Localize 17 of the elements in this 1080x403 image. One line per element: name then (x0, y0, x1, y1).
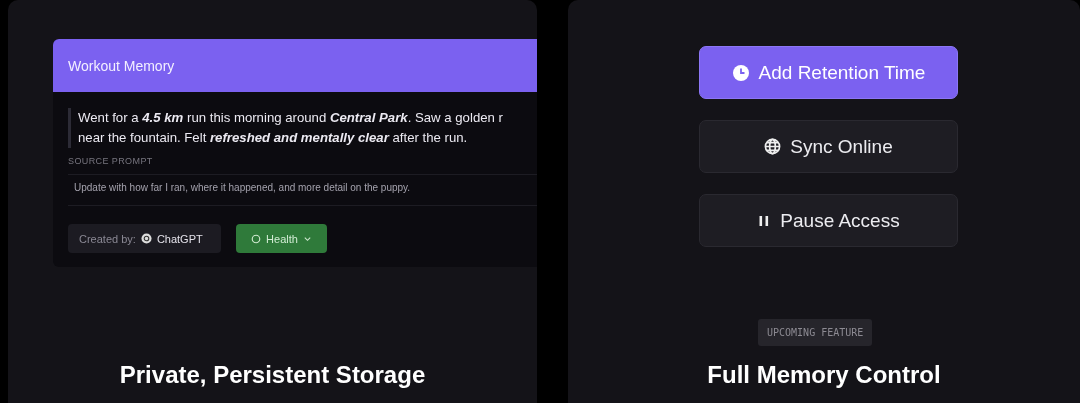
clock-icon (731, 63, 750, 82)
source-prompt: Update with how far I ran, where it happened, and more detail on the puppy. (68, 174, 537, 206)
action-button[interactable]: Pause Access (699, 194, 958, 247)
category-dropdown[interactable]: Health (236, 224, 327, 253)
globe-icon (764, 138, 782, 155)
feature-caption: Private, Persistent Storage (119, 361, 426, 389)
feature-caption: Full Memory Control (707, 361, 941, 389)
feature-badge: UPCOMING FEATURE (758, 319, 873, 346)
creator-name: ChatGPT (156, 232, 203, 245)
creator-label: Created by: (79, 232, 136, 245)
circle-icon (251, 233, 262, 244)
logo-icon (140, 233, 152, 244)
chevron-down-icon (302, 234, 312, 243)
card-title: Workout Memory (68, 57, 175, 74)
action-button[interactable]: Add Retention Time (699, 46, 958, 99)
section-label: SOURCE PROMPT (68, 156, 154, 166)
action-button[interactable]: Sync Online (699, 120, 958, 173)
